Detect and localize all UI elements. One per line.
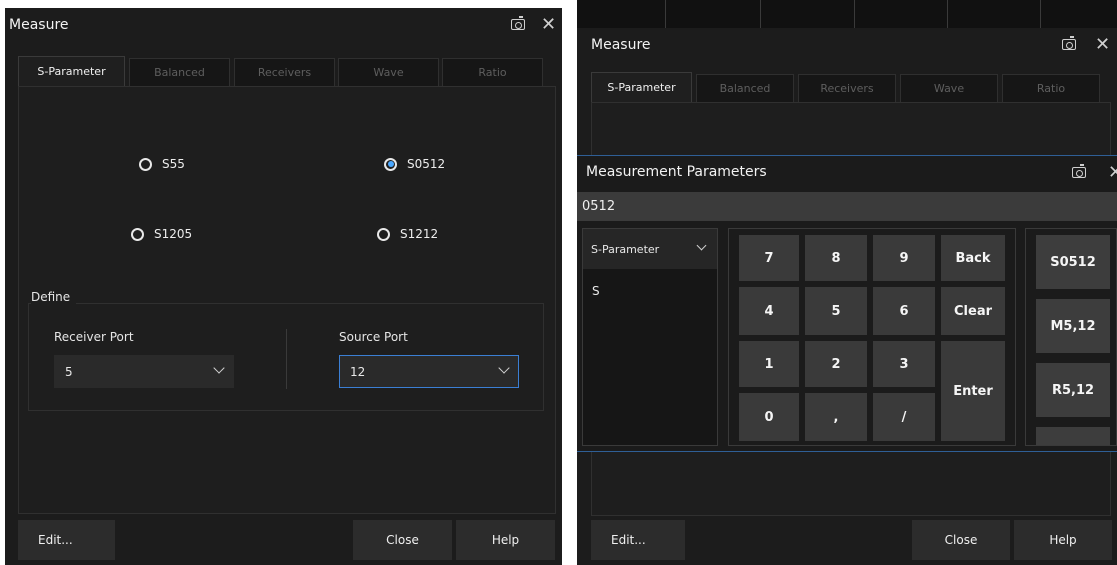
chevron-down-icon: [696, 240, 707, 251]
key-9[interactable]: 9: [873, 235, 935, 281]
measure-dialog-left: Measure ✕ S-Parameter Balanced Receivers…: [5, 8, 562, 565]
tab-balanced[interactable]: Balanced: [129, 58, 230, 87]
radio-circle: [139, 157, 152, 171]
results-panel: S0512 M5,12 R5,12: [1025, 228, 1117, 446]
tab-receivers[interactable]: Receivers: [234, 58, 335, 87]
close-icon[interactable]: ✕: [1108, 164, 1117, 182]
close-button[interactable]: Close: [912, 520, 1010, 560]
tab-wave[interactable]: Wave: [338, 58, 439, 87]
key-8[interactable]: 8: [805, 235, 867, 281]
tab-s-parameter[interactable]: S-Parameter: [591, 72, 692, 103]
tab-ratio[interactable]: Ratio: [442, 58, 543, 87]
edit-button[interactable]: Edit...: [591, 520, 685, 560]
tab-wave[interactable]: Wave: [900, 74, 998, 103]
divider: [286, 329, 287, 389]
camera-icon[interactable]: [511, 16, 525, 30]
dialog-title: Measure: [9, 17, 69, 33]
tab-balanced[interactable]: Balanced: [696, 74, 794, 103]
define-legend: Define: [31, 290, 77, 304]
camera-icon[interactable]: [1062, 36, 1076, 50]
radio-s0512[interactable]: S0512: [384, 157, 445, 171]
result-s0512[interactable]: S0512: [1036, 235, 1110, 289]
parameter-type-value: S-Parameter: [591, 242, 660, 256]
radio-label: S55: [162, 157, 185, 171]
key-clear[interactable]: Clear: [941, 287, 1005, 335]
dialog-title: Measurement Parameters: [586, 164, 767, 180]
parameter-input[interactable]: 0512: [577, 192, 1117, 221]
define-group: Define Receiver Port 5 Source Port 12: [28, 290, 544, 411]
result-m5-12[interactable]: M5,12: [1036, 299, 1110, 353]
source-port-value: 12: [350, 364, 366, 379]
tab-receivers[interactable]: Receivers: [798, 74, 896, 103]
key-0[interactable]: 0: [739, 393, 799, 441]
grid-line: [947, 0, 948, 30]
tab-ratio[interactable]: Ratio: [1002, 74, 1100, 103]
parameter-type-select[interactable]: S-Parameter: [583, 229, 717, 269]
result-partial[interactable]: [1036, 427, 1110, 445]
key-enter[interactable]: Enter: [941, 341, 1005, 441]
radio-label: S1205: [154, 227, 193, 241]
source-port-select[interactable]: 12: [339, 355, 519, 388]
close-icon[interactable]: ✕: [541, 16, 556, 34]
radio-s55[interactable]: S55: [139, 157, 185, 171]
tab-content: S55 S0512 S1205 S1212 Define Receiver Po…: [18, 86, 556, 514]
list-item[interactable]: S: [592, 284, 600, 298]
radio-s1205[interactable]: S1205: [131, 227, 192, 241]
receiver-port-select[interactable]: 5: [54, 355, 234, 388]
grid-line: [760, 0, 761, 30]
chevron-down-icon: [498, 362, 510, 374]
grid-line: [665, 0, 666, 30]
chevron-down-icon: [213, 362, 225, 374]
camera-icon[interactable]: [1072, 164, 1086, 178]
radio-circle: [131, 227, 144, 241]
key-2[interactable]: 2: [805, 341, 867, 387]
key-back[interactable]: Back: [941, 235, 1005, 281]
close-button[interactable]: Close: [353, 520, 452, 560]
close-icon[interactable]: ✕: [1095, 36, 1110, 54]
radio-s1212[interactable]: S1212: [377, 227, 438, 241]
help-button[interactable]: Help: [456, 520, 555, 560]
radio-label: S1212: [400, 227, 439, 241]
measurement-parameters-dialog: Measurement Parameters ✕ 0512 S-Paramete…: [577, 155, 1117, 452]
key-6[interactable]: 6: [873, 287, 935, 335]
source-port-label: Source Port: [339, 330, 408, 344]
key-5[interactable]: 5: [805, 287, 867, 335]
receiver-port-value: 5: [65, 364, 73, 379]
keypad: 7 8 9 Back 4 5 6 Clear 1 2 3 Enter 0 , /: [728, 228, 1016, 446]
edit-button[interactable]: Edit...: [18, 520, 115, 560]
parameter-input-value: 0512: [582, 199, 616, 214]
key-4[interactable]: 4: [739, 287, 799, 335]
radio-label: S0512: [407, 157, 446, 171]
grid-line: [854, 0, 855, 30]
grid-line: [1040, 0, 1041, 30]
parameter-type-panel: S-Parameter S: [582, 228, 718, 446]
key-7[interactable]: 7: [739, 235, 799, 281]
radio-circle: [377, 227, 390, 241]
background-grid: [577, 0, 1117, 30]
dialog-title: Measure: [591, 37, 651, 53]
receiver-port-label: Receiver Port: [54, 330, 134, 344]
key-1[interactable]: 1: [739, 341, 799, 387]
tab-s-parameter[interactable]: S-Parameter: [18, 56, 125, 87]
key-slash[interactable]: /: [873, 393, 935, 441]
key-comma[interactable]: ,: [805, 393, 867, 441]
help-button[interactable]: Help: [1014, 520, 1112, 560]
result-r5-12[interactable]: R5,12: [1036, 363, 1110, 417]
key-3[interactable]: 3: [873, 341, 935, 387]
radio-circle-selected: [384, 157, 397, 171]
